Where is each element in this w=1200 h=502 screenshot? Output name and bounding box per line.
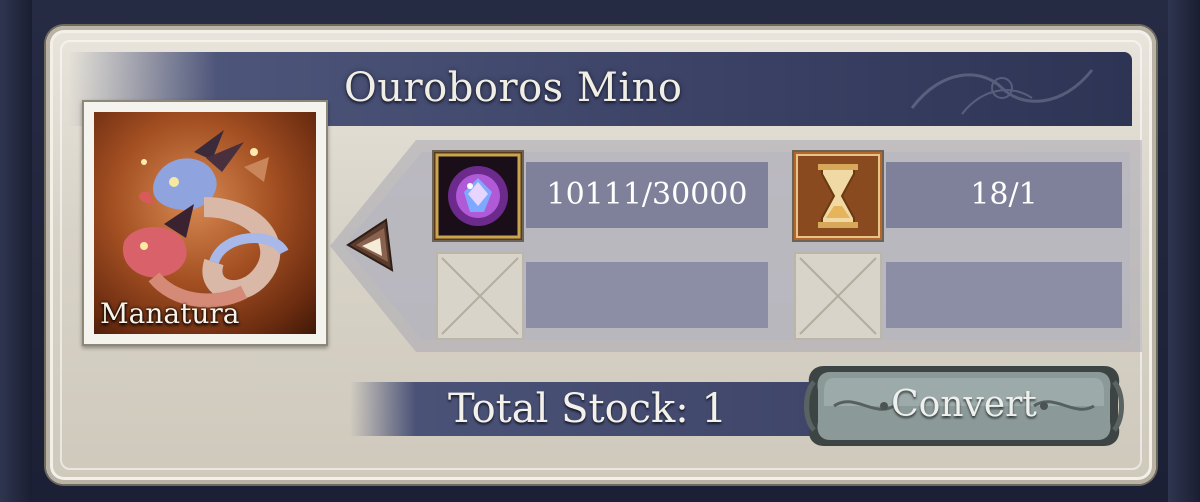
material-count: [886, 262, 1122, 328]
empty-slot-icon: [441, 257, 519, 335]
arcana-crystal-icon: [434, 152, 522, 240]
empty-slot-icon: [799, 257, 877, 335]
unit-portrait-frame[interactable]: Manatura: [82, 100, 328, 346]
material-count: 18/1: [886, 162, 1122, 228]
unit-name: Ouroboros Mino: [344, 65, 683, 111]
element-label: Manatura: [100, 297, 240, 330]
material-slot[interactable]: [434, 152, 522, 240]
right-rail: [1168, 0, 1200, 502]
material-slot-empty: [794, 252, 882, 340]
material-count: [526, 262, 768, 328]
filigree-ornament-icon: [910, 69, 1094, 115]
total-stock-label: Total Stock: 1: [448, 386, 727, 432]
unit-portrait: Manatura: [94, 112, 316, 334]
material-slot-empty: [436, 252, 524, 340]
hourglass-icon: [794, 152, 882, 240]
material-slot[interactable]: [794, 152, 882, 240]
convert-button[interactable]: Convert: [804, 352, 1124, 460]
material-count: 10111/30000: [526, 162, 768, 228]
left-rail: [0, 0, 32, 502]
arrow-left-icon: [346, 218, 394, 272]
convert-label: Convert: [891, 384, 1037, 425]
